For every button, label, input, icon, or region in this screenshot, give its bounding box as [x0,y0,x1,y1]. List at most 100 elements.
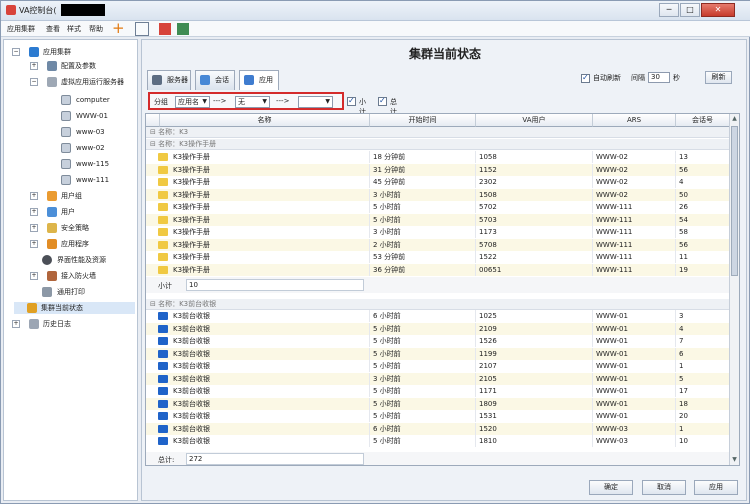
group-header-manual[interactable]: ⊟ 名称：K3操作手册 [146,139,730,150]
table-row[interactable]: K3前台收银 5 小时前 1199 WWW-01 6 [146,347,730,360]
document-icon[interactable] [135,22,149,36]
table-row[interactable]: K3前台收银 5 小时前 2107 WWW-01 1 [146,360,730,372]
group-first-select[interactable]: 应用名 ▼ [175,96,210,108]
manual-app-icon [158,253,168,261]
interval-input[interactable]: 30 [648,72,670,83]
total-checkbox[interactable] [378,96,387,106]
add-icon[interactable]: + [112,21,126,36]
apply-button[interactable]: 应用 [694,480,738,495]
column-name[interactable]: 名称 [160,114,370,127]
tree-item-computer-label: computer [76,96,110,104]
ok-button[interactable]: 确定 [589,480,633,495]
vertical-scrollbar[interactable]: ▲ ▼ [729,114,739,465]
session-icon [200,75,210,85]
table-row[interactable]: K3前台收银 5 小时前 1171 WWW-01 17 [146,385,730,397]
report-icon[interactable] [159,23,171,35]
scroll-down-icon[interactable]: ▼ [730,455,739,465]
tree-item-printing[interactable]: 通用打印 [42,286,135,298]
column-ars[interactable]: ARS [593,114,676,127]
tree-item-www111[interactable]: www-111 [61,174,135,186]
refresh-button[interactable]: 刷新 [705,71,732,84]
tree-item-www03[interactable]: www-03 [61,126,135,138]
collapse-icon[interactable]: ⊟ [150,140,158,148]
minimize-button[interactable]: ─ [659,3,679,17]
tab-sessions[interactable]: 会话 [195,70,235,90]
table-row[interactable]: K3操作手册 5 小时前 5702 WWW-111 26 [146,201,730,213]
redacted-title [61,4,105,16]
tab-servers[interactable]: 服务器 [147,70,191,90]
scrollbar-thumb[interactable] [731,126,738,276]
group-root[interactable]: ⊟ 名称：K3 [146,127,730,138]
table-row[interactable]: K3操作手册 53 分钟前 1522 WWW-111 11 [146,251,730,263]
expand-icon[interactable]: + [30,224,38,232]
sessions-grid[interactable]: 名称 开始时间 VA用户 ARS 会话号 ⊟ 名称：K3 ⊟ 名称：K3操作手册… [145,113,740,466]
column-session-id[interactable]: 会话号 [676,114,730,127]
tree-item-usergroups[interactable]: + 用户组 [30,190,135,202]
table-row[interactable]: K3前台收银 6 小时前 1520 WWW-03 1 [146,422,730,435]
table-row[interactable]: K3操作手册 2 小时前 5708 WWW-111 56 [146,238,730,251]
expand-icon[interactable]: + [30,208,38,216]
table-cell: 2109 [476,322,593,335]
table-cell: 54 [676,213,730,226]
table-row[interactable]: K3前台收银 5 小时前 1526 WWW-01 7 [146,335,730,347]
expand-icon[interactable]: + [30,62,38,70]
expand-icon[interactable]: + [30,272,38,280]
expand-icon[interactable]: + [30,240,38,248]
tree-item-users[interactable]: + 用户 [30,206,135,218]
subtotal-checkbox[interactable] [347,96,356,106]
table-row[interactable]: K3前台收银 5 小时前 1531 WWW-01 20 [146,410,730,422]
table-row[interactable]: K3前台收银 5 小时前 1809 WWW-01 18 [146,397,730,410]
cancel-button[interactable]: 取消 [642,480,686,495]
table-cell: 56 [676,163,730,176]
column-va-user[interactable]: VA用户 [476,114,593,127]
collapse-icon[interactable]: − [12,48,20,56]
tree-root[interactable]: − 应用集群 [12,46,132,58]
collapse-icon[interactable]: ⊟ [150,128,158,136]
table-row[interactable]: K3操作手册 3 小时前 1173 WWW-111 58 [146,226,730,238]
tree-item-www115[interactable]: www-115 [61,158,135,170]
table-row[interactable]: K3操作手册 45 分钟前 2302 WWW-02 4 [146,176,730,188]
table-row[interactable]: K3前台收银 3 小时前 2105 WWW-01 5 [146,372,730,385]
table-cell: 5 小时前 [370,213,476,226]
tree-item-firewall[interactable]: + 接入防火墙 [30,270,135,282]
tree-item-history[interactable]: + 历史日志 [12,318,132,330]
table-row[interactable]: K3操作手册 36 分钟前 00651 WWW-111 19 [146,263,730,276]
maximize-button[interactable]: □ [680,3,700,17]
menu-help[interactable]: 帮助 [89,24,103,34]
table-cell: 19 [676,263,730,276]
auto-refresh-checkbox[interactable] [581,73,590,83]
tree-item-www01[interactable]: WWW-01 [61,110,135,122]
menu-style[interactable]: 样式 [67,24,81,34]
status-chart-icon [27,303,37,313]
group-third-select[interactable]: ▼ [298,96,333,108]
tree-item-ui-performance[interactable]: 界面性能及资源 [42,254,135,266]
group-header-cashier[interactable]: ⊟ 名称：K3前台收银 [146,299,730,310]
tree-item-config[interactable]: + 配置及参数 [30,60,135,72]
menu-view[interactable]: 查看 [46,24,60,34]
menu-cluster[interactable]: 应用集群 [7,24,35,34]
collapse-icon[interactable]: − [30,78,38,86]
table-row[interactable]: K3前台收银 5 小时前 2109 WWW-01 4 [146,322,730,335]
tree-item-apps[interactable]: + 应用程序 [30,238,135,250]
scroll-up-icon[interactable]: ▲ [730,114,739,124]
expand-icon[interactable]: + [30,192,38,200]
expand-icon[interactable]: + [12,320,20,328]
tree-item-servers[interactable]: − 虚拟应用运行服务器 [30,76,135,88]
table-row[interactable]: K3前台收银 5 小时前 1810 WWW-03 10 [146,435,730,447]
chart-icon[interactable] [177,23,189,35]
tree-item-security[interactable]: + 安全策略 [30,222,135,234]
tree-item-www02[interactable]: www-02 [61,142,135,154]
table-row[interactable]: K3操作手册 18 分钟前 1058 WWW-02 13 [146,151,730,163]
tree-item-cluster-status[interactable]: 集群当前状态 [14,302,135,314]
close-button[interactable]: ✕ [701,3,735,17]
tab-apps[interactable]: 应用 [239,70,279,90]
table-row[interactable]: K3操作手册 3 小时前 1508 WWW-02 50 [146,188,730,201]
table-row[interactable]: K3操作手册 31 分钟前 1152 WWW-02 56 [146,163,730,176]
column-start-time[interactable]: 开始时间 [370,114,476,127]
group-second-select[interactable]: 无 ▼ [235,96,270,108]
table-row[interactable]: K3前台收银 6 小时前 1025 WWW-01 3 [146,310,730,322]
table-cell: 4 [676,322,730,335]
collapse-icon[interactable]: ⊟ [150,300,158,308]
table-row[interactable]: K3操作手册 5 小时前 5703 WWW-111 54 [146,213,730,226]
tree-item-computer[interactable]: computer [61,94,135,106]
